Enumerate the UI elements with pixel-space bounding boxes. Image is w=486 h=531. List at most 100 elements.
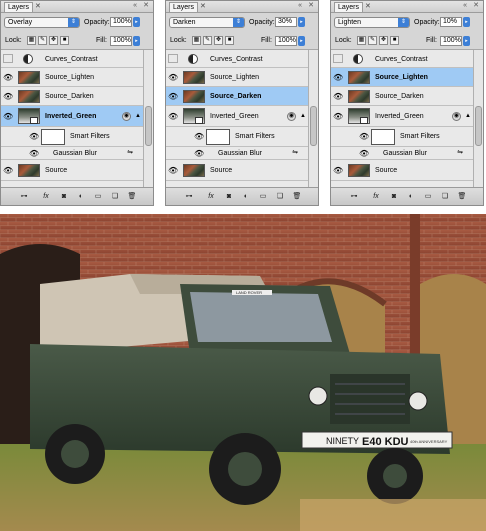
fill-slider-arrow[interactable]: ▸ <box>133 36 140 46</box>
layer-row-source[interactable]: 👁 Source <box>331 160 473 181</box>
eye-icon[interactable]: 👁 <box>359 132 369 141</box>
lock-position-icon[interactable]: ✥ <box>214 36 223 45</box>
chevron-up-icon[interactable]: ▲ <box>300 112 306 120</box>
eye-icon[interactable]: 👁 <box>359 149 369 158</box>
layer-row-curves[interactable]: Curves_Contrast <box>166 50 308 68</box>
new-layer-icon[interactable]: ❏ <box>440 192 450 201</box>
eye-icon[interactable]: 👁 <box>194 132 204 141</box>
visibility-toggle-empty[interactable] <box>333 54 343 63</box>
layer-row-inverted-green[interactable]: 👁 Inverted_Green ◉ ▲ <box>1 106 143 127</box>
eye-icon[interactable]: 👁 <box>29 149 39 158</box>
close-icon[interactable]: ✕ <box>35 3 41 11</box>
add-mask-icon[interactable]: ◙ <box>59 192 69 201</box>
link-icon[interactable]: ⊶ <box>19 192 29 201</box>
gaussian-blur-row[interactable]: 👁 Gaussian Blur ⇋ <box>166 147 308 160</box>
blend-mode-select[interactable]: Darken ⇕ <box>169 17 245 28</box>
fill-field[interactable]: 100% <box>275 36 297 46</box>
lock-position-icon[interactable]: ✥ <box>379 36 388 45</box>
adjustment-icon[interactable]: ◐ <box>241 192 251 201</box>
smart-filters-row[interactable]: 👁 Smart Filters <box>331 127 473 147</box>
link-icon[interactable]: ⊶ <box>349 192 359 201</box>
layer-row-curves[interactable]: Curves_Contrast <box>331 50 473 68</box>
lock-transparency-icon[interactable]: ▦ <box>357 36 366 45</box>
layer-row-lighten[interactable]: 👁 Source_Lighten <box>1 68 143 87</box>
layer-row-darken[interactable]: 👁 Source_Darken <box>331 87 473 106</box>
eye-icon[interactable]: 👁 <box>3 92 13 101</box>
add-mask-icon[interactable]: ◙ <box>389 192 399 201</box>
eye-icon[interactable]: 👁 <box>333 112 343 121</box>
lock-all-icon[interactable]: ■ <box>390 36 399 45</box>
eye-icon[interactable]: 👁 <box>168 73 178 82</box>
layer-row-inverted-green[interactable]: 👁 Inverted_Green ◉ ▲ <box>166 106 308 127</box>
smart-filters-row[interactable]: 👁 Smart Filters <box>166 127 308 147</box>
folder-icon[interactable]: ▭ <box>258 192 268 201</box>
lock-pixels-icon[interactable]: ✎ <box>38 36 47 45</box>
gaussian-blur-row[interactable]: 👁 Gaussian Blur ⇋ <box>331 147 473 160</box>
layer-row-darken[interactable]: 👁 Source_Darken <box>166 87 308 106</box>
collapse-icon[interactable]: « <box>298 2 302 10</box>
blend-mode-select[interactable]: Lighten ⇕ <box>334 17 410 28</box>
layer-row-inverted-green[interactable]: 👁 Inverted_Green ◉ ▲ <box>331 106 473 127</box>
lock-all-icon[interactable]: ■ <box>60 36 69 45</box>
scroll-thumb[interactable] <box>475 106 482 146</box>
fill-field[interactable]: 100% <box>440 36 462 46</box>
scrollbar[interactable] <box>143 50 153 189</box>
eye-icon[interactable]: 👁 <box>333 92 343 101</box>
eye-icon[interactable]: 👁 <box>3 166 13 175</box>
layer-row-darken[interactable]: 👁 Source_Darken <box>1 87 143 106</box>
eye-icon[interactable]: 👁 <box>333 73 343 82</box>
trash-icon[interactable]: 🗑 <box>127 192 137 201</box>
trash-icon[interactable]: 🗑 <box>457 192 467 201</box>
tab-layers[interactable]: Layers <box>4 2 34 12</box>
filter-effects-icon[interactable]: ◉ <box>452 112 461 121</box>
adjustment-icon[interactable]: ◐ <box>76 192 86 201</box>
visibility-toggle-empty[interactable] <box>3 54 13 63</box>
lock-pixels-icon[interactable]: ✎ <box>203 36 212 45</box>
eye-icon[interactable]: 👁 <box>3 73 13 82</box>
layer-row-lighten[interactable]: 👁 Source_Lighten <box>331 68 473 87</box>
layer-row-lighten[interactable]: 👁 Source_Lighten <box>166 68 308 87</box>
filter-effects-icon[interactable]: ◉ <box>287 112 296 121</box>
scroll-thumb[interactable] <box>310 106 317 146</box>
filter-blending-icon[interactable]: ⇋ <box>127 149 133 157</box>
close-panel-icon[interactable]: ✕ <box>308 2 314 10</box>
blend-mode-select[interactable]: Overlay ⇕ <box>4 17 80 28</box>
fx-icon[interactable]: fx <box>371 192 381 201</box>
add-mask-icon[interactable]: ◙ <box>224 192 234 201</box>
scroll-thumb[interactable] <box>145 106 152 146</box>
fill-field[interactable]: 100% <box>110 36 132 46</box>
close-icon[interactable]: ✕ <box>200 3 206 11</box>
fx-icon[interactable]: fx <box>41 192 51 201</box>
scrollbar[interactable] <box>473 50 483 189</box>
chevron-up-icon[interactable]: ▲ <box>135 112 141 120</box>
eye-icon[interactable]: 👁 <box>29 132 39 141</box>
new-layer-icon[interactable]: ❏ <box>110 192 120 201</box>
opacity-slider-arrow[interactable]: ▸ <box>133 17 140 27</box>
tab-layers[interactable]: Layers <box>334 2 364 12</box>
lock-transparency-icon[interactable]: ▦ <box>192 36 201 45</box>
close-icon[interactable]: ✕ <box>365 3 371 11</box>
filter-blending-icon[interactable]: ⇋ <box>457 149 463 157</box>
eye-icon[interactable]: 👁 <box>168 166 178 175</box>
lock-pixels-icon[interactable]: ✎ <box>368 36 377 45</box>
eye-icon[interactable]: 👁 <box>333 166 343 175</box>
filter-effects-icon[interactable]: ◉ <box>122 112 131 121</box>
eye-icon[interactable]: 👁 <box>168 92 178 101</box>
close-panel-icon[interactable]: ✕ <box>143 2 149 10</box>
scrollbar[interactable] <box>308 50 318 189</box>
visibility-toggle-empty[interactable] <box>168 54 178 63</box>
opacity-field[interactable]: 30% <box>275 17 297 27</box>
opacity-field[interactable]: 100% <box>110 17 132 27</box>
trash-icon[interactable]: 🗑 <box>292 192 302 201</box>
close-panel-icon[interactable]: ✕ <box>473 2 479 10</box>
gaussian-blur-row[interactable]: 👁 Gaussian Blur ⇋ <box>1 147 143 160</box>
fill-slider-arrow[interactable]: ▸ <box>298 36 305 46</box>
lock-transparency-icon[interactable]: ▦ <box>27 36 36 45</box>
lock-position-icon[interactable]: ✥ <box>49 36 58 45</box>
layer-row-source[interactable]: 👁 Source <box>166 160 308 181</box>
folder-icon[interactable]: ▭ <box>423 192 433 201</box>
opacity-slider-arrow[interactable]: ▸ <box>298 17 305 27</box>
layer-row-source[interactable]: 👁 Source <box>1 160 143 181</box>
eye-icon[interactable]: 👁 <box>194 149 204 158</box>
layer-row-curves[interactable]: Curves_Contrast <box>1 50 143 68</box>
